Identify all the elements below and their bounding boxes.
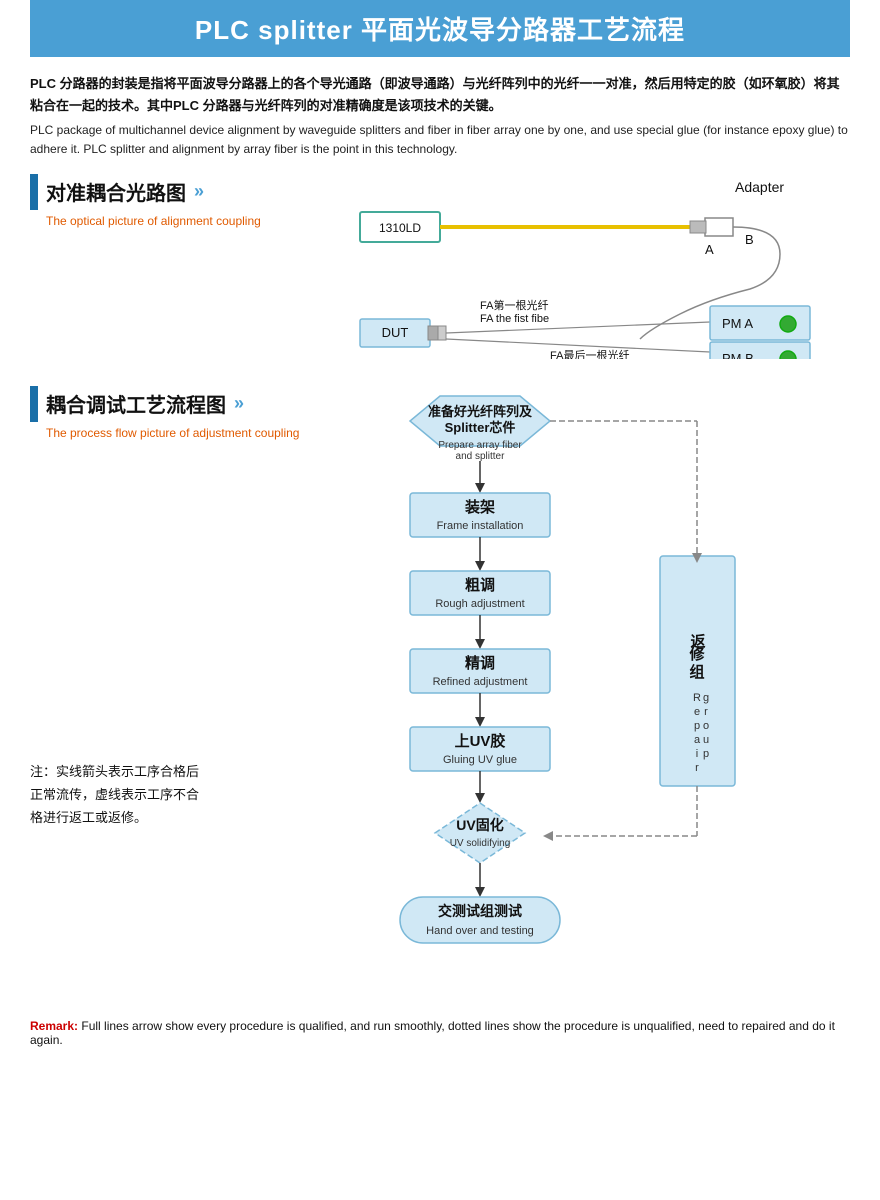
remark-bold: Remark:	[30, 1019, 78, 1033]
svg-text:UV solidifying: UV solidifying	[450, 838, 511, 849]
svg-text:粗调: 粗调	[465, 577, 495, 594]
intro-en: PLC package of multichannel device align…	[30, 121, 850, 159]
page-title: PLC splitter 平面光波导分路器工艺流程	[30, 0, 850, 57]
section1-title-cn: 对准耦合光路图	[46, 177, 186, 206]
section2-bar	[30, 386, 38, 422]
svg-text:FA第一根光纤: FA第一根光纤	[480, 298, 548, 312]
svg-text:准备好光纤阵列及: 准备好光纤阵列及	[428, 404, 533, 419]
svg-text:DUT: DUT	[382, 325, 409, 340]
section1-bar	[30, 174, 38, 210]
section1-header: 对准耦合光路图 »	[30, 174, 350, 210]
section2-title-cn: 耦合调试工艺流程图	[46, 389, 226, 418]
section1-arrows: »	[194, 181, 204, 202]
svg-text:1310LD: 1310LD	[379, 221, 421, 235]
section2-title-en: The process flow picture of adjustment c…	[46, 426, 350, 440]
svg-text:and splitter: and splitter	[456, 451, 506, 462]
svg-text:Splitter芯件: Splitter芯件	[445, 420, 516, 435]
remark-cn: 注：实线箭头表示工序合格后 正常流传，虚线表示工序不合 格进行返工或返修。	[30, 760, 350, 830]
svg-text:精调: 精调	[465, 654, 495, 672]
svg-text:FA the fist fibe: FA the fist fibe	[480, 313, 549, 325]
svg-text:A: A	[705, 242, 714, 257]
svg-text:R: R	[693, 692, 701, 704]
optical-diagram: Adapter 1310LD A B DUT	[350, 174, 880, 359]
svg-text:Gluing UV glue: Gluing UV glue	[443, 754, 517, 766]
remark-section: Remark: Full lines arrow show every proc…	[30, 1019, 850, 1047]
svg-text:e: e	[694, 706, 700, 718]
svg-text:Rough adjustment: Rough adjustment	[435, 598, 524, 610]
section2-header: 耦合调试工艺流程图 »	[30, 386, 350, 422]
flowchart-diagram: 准备好光纤阵列及 Splitter芯件 Prepare array fiber …	[350, 386, 770, 1006]
svg-text:u: u	[703, 734, 709, 746]
svg-text:g: g	[703, 692, 709, 704]
svg-text:组: 组	[689, 663, 704, 681]
svg-text:上UV胶: 上UV胶	[455, 732, 506, 750]
svg-text:p: p	[703, 748, 709, 760]
svg-text:交测试组测试: 交测试组测试	[438, 903, 522, 919]
svg-text:PM B: PM B	[722, 351, 754, 359]
svg-text:B: B	[745, 232, 754, 247]
svg-text:Prepare array fiber: Prepare array fiber	[438, 440, 522, 451]
svg-text:a: a	[694, 734, 701, 746]
svg-text:i: i	[696, 748, 698, 760]
intro-cn: PLC 分路器的封装是指将平面波导分路器上的各个导光通路（即波导通路）与光纤阵列…	[30, 73, 850, 117]
svg-text:r: r	[695, 762, 699, 774]
svg-text:Frame installation: Frame installation	[437, 520, 524, 532]
remark-en: Remark: Full lines arrow show every proc…	[30, 1019, 850, 1047]
svg-text:Refined adjustment: Refined adjustment	[433, 676, 528, 688]
svg-text:PM A: PM A	[722, 316, 753, 331]
svg-text:UV固化: UV固化	[456, 817, 503, 833]
adapter-label: Adapter	[735, 179, 784, 195]
svg-text:o: o	[703, 720, 709, 732]
remark-en-text: Full lines arrow show every procedure is…	[30, 1019, 835, 1047]
section1-title-en: The optical picture of alignment couplin…	[46, 214, 350, 228]
svg-text:p: p	[694, 720, 700, 732]
svg-text:r: r	[704, 706, 708, 718]
svg-text:Hand over and testing: Hand over and testing	[426, 925, 534, 937]
section2-arrows: »	[234, 393, 244, 414]
svg-text:修: 修	[688, 645, 705, 663]
svg-text:装架: 装架	[464, 498, 495, 516]
svg-text:FA最后一根光纤: FA最后一根光纤	[550, 348, 629, 359]
